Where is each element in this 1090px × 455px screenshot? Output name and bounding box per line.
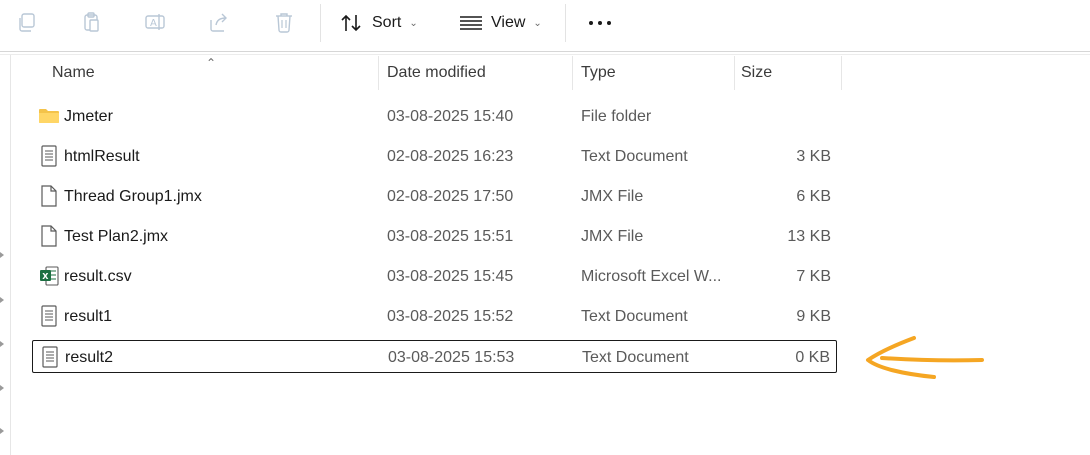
file-date: 03-08-2025 15:53: [388, 348, 515, 366]
file-row[interactable]: result1 03-08-2025 15:52 Text Document 9…: [32, 300, 837, 333]
command-bar: A Sort ⌄ View ⌄: [0, 0, 1090, 46]
text-file-icon: [41, 145, 57, 167]
file-size: 6 KB: [796, 187, 831, 205]
file-date: 03-08-2025 15:52: [387, 307, 514, 325]
toolbar-separator: [320, 4, 321, 42]
blank-file-icon: [41, 225, 57, 247]
sort-label: Sort: [372, 14, 402, 31]
chevron-down-icon: ⌄: [409, 17, 418, 29]
column-separator[interactable]: [378, 56, 379, 90]
navigation-pane-edge[interactable]: [10, 55, 11, 455]
file-type: Text Document: [581, 307, 688, 325]
rename-icon[interactable]: A: [142, 9, 168, 35]
expand-arrow-icon[interactable]: [0, 297, 4, 303]
column-separator[interactable]: [572, 56, 573, 90]
blank-file-icon: [41, 185, 57, 207]
file-name: htmlResult: [64, 147, 140, 165]
expand-arrow-icon[interactable]: [0, 252, 4, 258]
file-name: result.csv: [64, 267, 132, 285]
svg-text:X: X: [42, 272, 49, 281]
more-icon: [589, 21, 593, 25]
chevron-down-icon: ⌄: [533, 17, 542, 29]
copy-icon[interactable]: [14, 9, 40, 35]
text-file-icon: [41, 305, 57, 327]
toolbar-divider: [0, 54, 1090, 55]
file-name: result1: [64, 307, 113, 325]
sort-ascending-icon: ⌃: [206, 56, 217, 70]
column-separator[interactable]: [734, 56, 735, 90]
file-name: Test Plan2.jmx: [64, 227, 169, 245]
file-row[interactable]: htmlResult 02-08-2025 16:23 Text Documen…: [32, 140, 837, 173]
paste-icon[interactable]: [78, 9, 104, 35]
file-row[interactable]: X result.csv 03-08-2025 15:45 Microsoft …: [32, 260, 837, 293]
delete-icon[interactable]: [271, 9, 297, 35]
file-type: File folder: [581, 107, 652, 125]
file-name: Jmeter: [64, 107, 113, 125]
excel-file-icon: X: [40, 266, 59, 286]
column-header-name[interactable]: Name: [52, 56, 95, 90]
svg-text:A: A: [150, 18, 157, 29]
file-type: Text Document: [581, 147, 688, 165]
column-separator[interactable]: [841, 56, 842, 90]
expand-arrow-icon[interactable]: [0, 428, 4, 434]
toolbar-separator: [565, 4, 566, 42]
column-header-date[interactable]: Date modified: [387, 56, 486, 90]
folder-icon: [39, 109, 59, 123]
file-type: JMX File: [581, 187, 644, 205]
sort-button[interactable]: Sort ⌄: [340, 8, 418, 38]
column-header-type[interactable]: Type: [581, 56, 616, 90]
expand-arrow-icon[interactable]: [0, 385, 4, 391]
toolbar-divider: [0, 51, 1090, 52]
file-type: JMX File: [581, 227, 644, 245]
file-size: 3 KB: [796, 147, 831, 165]
file-row-selected[interactable]: result2 03-08-2025 15:53 Text Document 0…: [32, 340, 837, 373]
file-name: result2: [65, 348, 114, 366]
view-list-icon: [460, 16, 482, 30]
file-date: 03-08-2025 15:51: [387, 227, 514, 245]
column-header-size[interactable]: Size: [741, 56, 772, 90]
file-date: 02-08-2025 17:50: [387, 187, 514, 205]
file-type: Text Document: [582, 348, 689, 366]
text-file-icon: [42, 346, 58, 368]
file-date: 02-08-2025 16:23: [387, 147, 514, 165]
file-type: Microsoft Excel W...: [581, 267, 722, 285]
sort-icon: [341, 14, 361, 32]
view-button[interactable]: View ⌄: [459, 8, 542, 38]
file-date: 03-08-2025 15:40: [387, 107, 514, 125]
share-icon[interactable]: [206, 9, 232, 35]
file-row[interactable]: Test Plan2.jmx 03-08-2025 15:51 JMX File…: [32, 220, 837, 253]
file-row[interactable]: Thread Group1.jmx 02-08-2025 17:50 JMX F…: [32, 180, 837, 213]
file-date: 03-08-2025 15:45: [387, 267, 514, 285]
expand-arrow-icon[interactable]: [0, 341, 4, 347]
file-size: 7 KB: [796, 267, 831, 285]
file-name: Thread Group1.jmx: [64, 187, 202, 205]
file-size: 13 KB: [787, 227, 831, 245]
file-size: 0 KB: [795, 348, 830, 366]
more-options-button[interactable]: [585, 12, 615, 34]
column-header: ⌃ Name Date modified Type Size: [30, 56, 842, 90]
annotation-arrow-icon: [866, 336, 984, 379]
file-row[interactable]: Jmeter 03-08-2025 15:40 File folder: [32, 100, 837, 133]
file-size: 9 KB: [796, 307, 831, 325]
view-label: View: [491, 14, 526, 31]
